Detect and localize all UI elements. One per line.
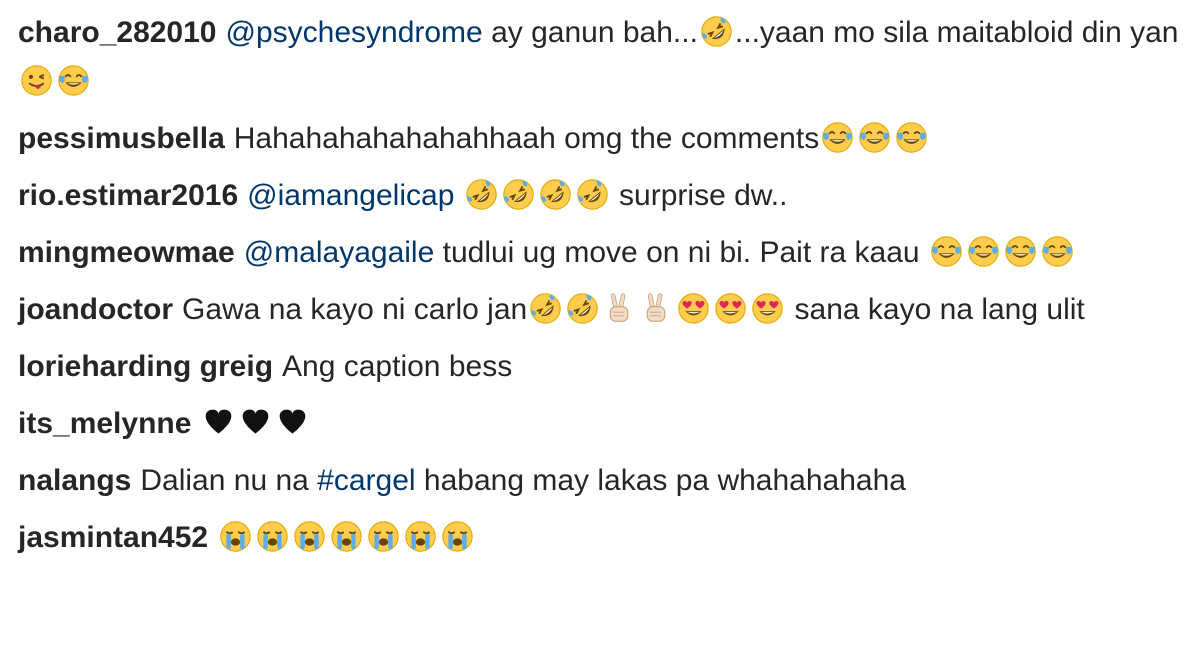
comment-username-link[interactable]: joandoctor bbox=[18, 293, 173, 326]
rofl-icon bbox=[502, 178, 535, 211]
comment-row: lorieharding greig Ang caption bess bbox=[18, 342, 1188, 391]
black-heart-icon bbox=[276, 406, 309, 439]
loudly-crying-icon bbox=[219, 520, 252, 553]
comment-row: charo_282010 @psychesyndrome ay ganun bah… bbox=[18, 8, 1188, 106]
rofl-icon bbox=[576, 178, 609, 211]
rofl-icon bbox=[539, 178, 572, 211]
loudly-crying-icon bbox=[367, 520, 400, 553]
black-heart-icon bbox=[239, 406, 272, 439]
comment-text: habang may lakas pa whahahahaha bbox=[415, 464, 906, 497]
comment-text: ay ganun bah... bbox=[482, 16, 698, 49]
tears-of-joy-icon bbox=[1041, 235, 1074, 268]
comment-row: pessimusbella Hahahahahahahahhaah omg the… bbox=[18, 114, 1188, 163]
comment-username-link[interactable]: pessimusbella bbox=[18, 122, 225, 155]
winking-tongue-icon bbox=[20, 64, 53, 97]
loudly-crying-icon bbox=[441, 520, 474, 553]
comment-text: Hahahahahahahahhaah omg the comments bbox=[233, 122, 820, 155]
comment-text: Dalian nu na bbox=[140, 464, 318, 497]
comment-username-link[interactable]: its_melynne bbox=[18, 407, 191, 440]
tears-of-joy-icon bbox=[858, 121, 891, 154]
rofl-icon bbox=[529, 292, 562, 325]
rofl-icon bbox=[465, 178, 498, 211]
rofl-icon bbox=[566, 292, 599, 325]
victory-hand-icon bbox=[603, 292, 636, 325]
tears-of-joy-icon bbox=[821, 121, 854, 154]
tears-of-joy-icon bbox=[895, 121, 928, 154]
tears-of-joy-icon bbox=[967, 235, 1000, 268]
loudly-crying-icon bbox=[404, 520, 437, 553]
comment-username-link[interactable]: charo_282010 bbox=[18, 16, 217, 49]
black-heart-icon bbox=[202, 406, 235, 439]
comment-username-link[interactable]: mingmeowmae bbox=[18, 236, 235, 269]
comment-row: nalangs Dalian nu na #cargel habang may l… bbox=[18, 456, 1188, 505]
heart-eyes-icon bbox=[677, 292, 710, 325]
comment-username-link[interactable]: lorieharding greig bbox=[18, 350, 273, 383]
comment-row: its_melynne bbox=[18, 399, 1188, 448]
comments-list: charo_282010 @psychesyndrome ay ganun bah… bbox=[0, 0, 1200, 657]
mention-link[interactable]: @malayagaile bbox=[244, 236, 435, 269]
comment-row: joandoctor Gawa na kayo ni carlo jan sana… bbox=[18, 285, 1188, 334]
victory-hand-icon bbox=[640, 292, 673, 325]
comment-row: rio.estimar2016 @iamangelicap surprise dw… bbox=[18, 171, 1188, 220]
heart-eyes-icon bbox=[714, 292, 747, 325]
comment-username-link[interactable]: nalangs bbox=[18, 464, 131, 497]
loudly-crying-icon bbox=[293, 520, 326, 553]
mention-link[interactable]: @psychesyndrome bbox=[226, 16, 483, 49]
loudly-crying-icon bbox=[256, 520, 289, 553]
heart-eyes-icon bbox=[751, 292, 784, 325]
comment-text: sana kayo na lang ulit bbox=[786, 293, 1085, 326]
hashtag-link[interactable]: #cargel bbox=[317, 464, 415, 497]
comment-row: jasmintan452 bbox=[18, 513, 1188, 562]
comment-text: surprise dw.. bbox=[610, 179, 788, 212]
comment-text: Ang caption bess bbox=[282, 350, 513, 383]
mention-link[interactable]: @iamangelicap bbox=[247, 179, 454, 212]
tears-of-joy-icon bbox=[57, 64, 90, 97]
comment-username-link[interactable]: jasmintan452 bbox=[18, 521, 208, 554]
comment-row: mingmeowmae @malayagaile tudlui ug move o… bbox=[18, 228, 1188, 277]
loudly-crying-icon bbox=[330, 520, 363, 553]
comment-text: Gawa na kayo ni carlo jan bbox=[182, 293, 528, 326]
tears-of-joy-icon bbox=[1004, 235, 1037, 268]
comment-text: ...yaan mo sila maitabloid din yan bbox=[734, 16, 1179, 49]
comment-text: tudlui ug move on ni bi. Pait ra kaau bbox=[434, 236, 928, 269]
comment-text bbox=[454, 179, 462, 212]
rofl-icon bbox=[700, 15, 733, 48]
tears-of-joy-icon bbox=[930, 235, 963, 268]
comment-username-link[interactable]: rio.estimar2016 bbox=[18, 179, 238, 212]
